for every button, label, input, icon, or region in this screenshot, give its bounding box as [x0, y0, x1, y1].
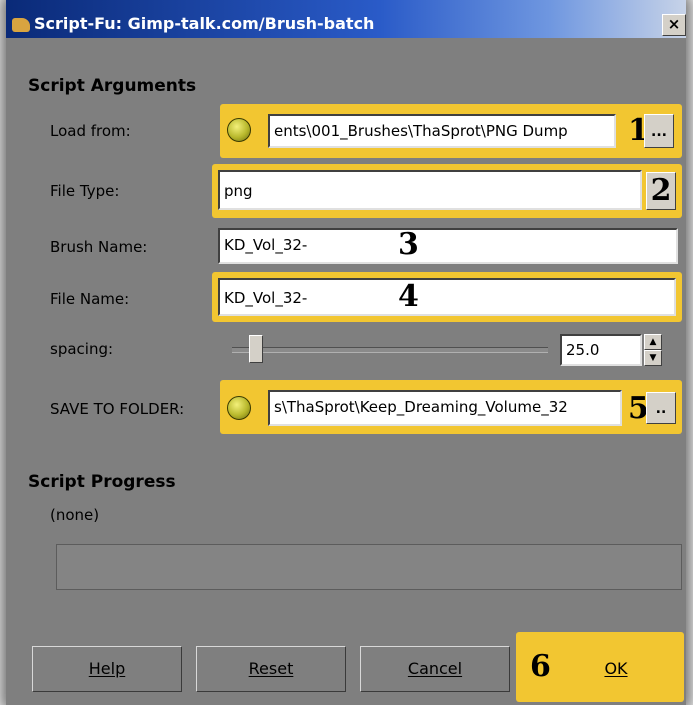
progress-status-text: (none) [50, 506, 100, 524]
file-name-input[interactable]: KD_Vol_32- [218, 278, 676, 316]
badge-6: 6 [530, 649, 551, 684]
load-from-input[interactable]: ents\001_Brushes\ThaSprot\PNG Dump [268, 114, 616, 148]
file-name-label: File Name: [50, 290, 130, 308]
load-from-label: Load from: [50, 122, 131, 140]
ok-button[interactable]: OK [560, 646, 672, 692]
save-to-folder-input[interactable]: s\ThaSprot\Keep_Dreaming_Volume_32 [268, 390, 622, 426]
badge-3: 3 [398, 227, 419, 262]
save-to-folder-label: SAVE TO FOLDER: [50, 400, 185, 418]
cancel-button[interactable]: Cancel [360, 646, 510, 692]
window-title: Script-Fu: Gimp-talk.com/Brush-batch [34, 14, 375, 33]
spin-up-icon[interactable]: ▲ [644, 334, 662, 350]
spacing-spin-buttons[interactable]: ▲ ▼ [644, 334, 662, 366]
torn-paper-edge [0, 705, 693, 719]
script-fu-dialog: Script-Fu: Gimp-talk.com/Brush-batch × S… [6, 0, 686, 705]
spacing-slider-track[interactable] [232, 347, 548, 353]
brush-name-input[interactable]: KD_Vol_32- [218, 228, 678, 264]
load-from-browse-button[interactable]: ... [644, 114, 674, 148]
spacing-label: spacing: [50, 340, 114, 358]
badge-2: 2 [650, 173, 672, 208]
gimp-app-icon [12, 18, 30, 32]
spin-down-icon[interactable]: ▼ [644, 350, 662, 366]
save-to-folder-browse-button[interactable]: .. [646, 392, 676, 424]
spacing-slider-thumb[interactable] [249, 335, 263, 363]
progress-bar [56, 544, 682, 590]
file-type-label: File Type: [50, 182, 120, 200]
script-progress-heading: Script Progress [28, 472, 176, 492]
script-arguments-heading: Script Arguments [28, 76, 197, 96]
save-folder-icon [227, 396, 251, 420]
spacing-value-input[interactable]: 25.0 [560, 334, 642, 366]
load-from-folder-icon [227, 118, 251, 142]
file-type-dropdown-button[interactable]: 2 [646, 172, 676, 210]
close-button[interactable]: × [662, 14, 686, 36]
badge-4: 4 [398, 279, 419, 314]
brush-name-label: Brush Name: [50, 238, 148, 256]
file-type-combo-input[interactable]: png [218, 170, 642, 210]
help-button[interactable]: Help [32, 646, 182, 692]
reset-button[interactable]: Reset [196, 646, 346, 692]
title-bar: Script-Fu: Gimp-talk.com/Brush-batch × [6, 0, 686, 38]
